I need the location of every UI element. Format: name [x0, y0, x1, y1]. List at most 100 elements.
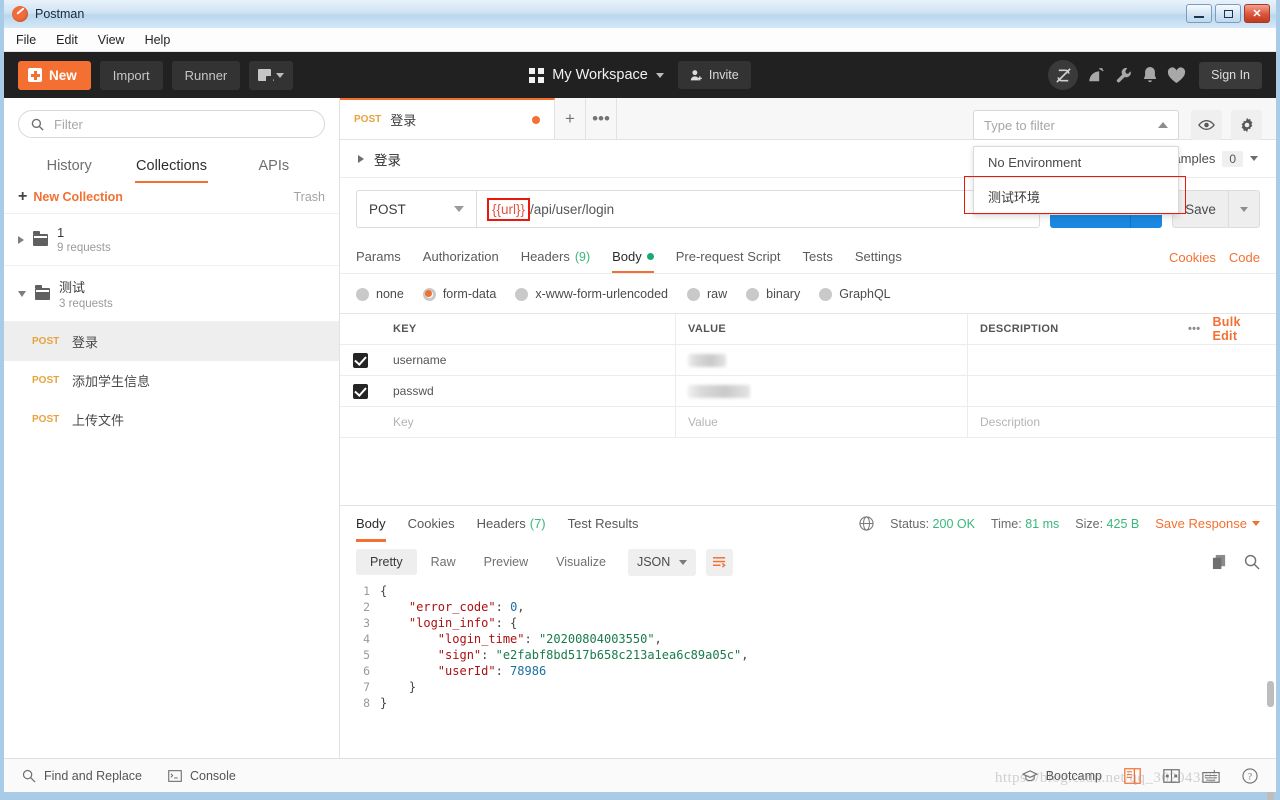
trash-link[interactable]: Trash — [294, 190, 326, 204]
wrap-lines-button[interactable] — [706, 548, 734, 576]
new-tab-button[interactable]: + — [555, 98, 586, 139]
table-options-button[interactable]: ••• — [1188, 323, 1200, 335]
collection-item[interactable]: 1 9 requests — [4, 214, 339, 266]
sidebar-tab-history[interactable]: History — [18, 150, 120, 183]
scrollbar-thumb[interactable] — [1267, 681, 1274, 707]
environment-quick-look-button[interactable] — [1191, 110, 1222, 140]
menu-item-edit[interactable]: Edit — [56, 33, 78, 47]
body-type-raw[interactable]: raw — [687, 287, 727, 301]
find-and-replace-button[interactable]: Find and Replace — [22, 769, 142, 783]
environment-option-no-environment[interactable]: No Environment — [974, 147, 1178, 178]
table-row[interactable]: username — [340, 344, 1276, 376]
layout-icon[interactable] — [1163, 768, 1180, 783]
tab-options-button[interactable]: ••• — [586, 98, 617, 139]
row-description-placeholder[interactable]: Description — [968, 407, 1176, 438]
save-options-button[interactable] — [1228, 190, 1260, 228]
body-type-binary[interactable]: binary — [746, 287, 800, 301]
request-item-login[interactable]: POST 登录 — [4, 322, 339, 361]
sidebar-tab-collections[interactable]: Collections — [120, 150, 222, 183]
chevron-right-icon[interactable] — [358, 154, 364, 163]
request-item-add-student[interactable]: POST 添加学生信息 — [4, 361, 339, 400]
checkbox-checked-icon — [353, 383, 368, 399]
chevron-right-icon[interactable] — [18, 235, 24, 244]
help-icon[interactable]: ? — [1242, 767, 1258, 784]
body-type-none[interactable]: none — [356, 287, 404, 301]
bell-icon[interactable] — [1142, 66, 1158, 84]
invite-button[interactable]: Invite — [677, 61, 751, 89]
environment-settings-button[interactable] — [1231, 110, 1262, 140]
cookies-link[interactable]: Cookies — [1169, 250, 1216, 265]
search-icon[interactable] — [1244, 554, 1260, 570]
view-mode-preview[interactable]: Preview — [470, 549, 542, 575]
save-response-button[interactable]: Save Response — [1155, 516, 1260, 531]
response-tab-headers[interactable]: Headers (7) — [477, 506, 546, 542]
tab-params[interactable]: Params — [356, 242, 401, 273]
menu-item-view[interactable]: View — [98, 33, 125, 47]
bulk-edit-link[interactable]: Bulk Edit — [1212, 315, 1262, 343]
import-button[interactable]: Import — [99, 60, 163, 90]
workspace-selector[interactable]: My Workspace — [529, 67, 664, 83]
chevron-down-icon[interactable] — [18, 290, 26, 297]
console-button[interactable]: Console — [168, 769, 236, 783]
wrench-icon[interactable] — [1115, 66, 1133, 84]
minimize-button[interactable] — [1186, 4, 1212, 23]
open-request-tab[interactable]: POST 登录 — [340, 98, 555, 139]
radio-selected-icon — [422, 287, 436, 301]
keyboard-icon[interactable] — [1202, 769, 1220, 783]
heart-icon[interactable] — [1167, 66, 1186, 84]
filter-input[interactable]: Filter — [18, 110, 325, 138]
row-value[interactable] — [676, 344, 968, 376]
response-tab-test-results[interactable]: Test Results — [568, 506, 639, 542]
row-checkbox[interactable] — [340, 376, 381, 407]
menu-item-help[interactable]: Help — [145, 33, 171, 47]
new-window-button[interactable] — [249, 60, 294, 90]
code-link[interactable]: Code — [1229, 250, 1260, 265]
http-method-select[interactable]: POST — [356, 190, 476, 228]
two-pane-icon[interactable] — [1124, 767, 1141, 784]
tab-headers[interactable]: Headers (9) — [521, 242, 590, 273]
view-mode-pretty[interactable]: Pretty — [356, 549, 417, 575]
new-button[interactable]: New — [18, 60, 91, 90]
new-collection-button[interactable]: + New Collection — [18, 189, 123, 205]
tab-authorization[interactable]: Authorization — [423, 242, 499, 273]
row-value-placeholder[interactable]: Value — [676, 406, 968, 438]
tab-tests[interactable]: Tests — [803, 242, 833, 273]
sign-in-button[interactable]: Sign In — [1199, 61, 1262, 89]
table-row-empty[interactable]: Key Value Description — [340, 406, 1276, 438]
tab-pre-request-script[interactable]: Pre-request Script — [676, 242, 781, 273]
close-button[interactable]: ✕ — [1244, 4, 1270, 23]
row-checkbox[interactable] — [340, 407, 381, 438]
body-type-urlencoded[interactable]: x-www-form-urlencoded — [515, 287, 668, 301]
collection-item[interactable]: 测试 3 requests — [4, 266, 339, 322]
menu-item-file[interactable]: File — [16, 33, 36, 47]
copy-icon[interactable] — [1212, 554, 1227, 570]
row-description[interactable] — [968, 345, 1176, 376]
request-item-upload-file[interactable]: POST 上传文件 — [4, 400, 339, 439]
view-mode-visualize[interactable]: Visualize — [542, 549, 620, 575]
row-value[interactable] — [676, 375, 968, 407]
body-type-form-data[interactable]: form-data — [422, 287, 496, 301]
row-key[interactable]: passwd — [381, 375, 676, 407]
response-body-code[interactable]: 1{2 "error_code": 0, 3 "login_info": {4 "… — [340, 583, 1276, 758]
sidebar-tab-apis[interactable]: APIs — [223, 150, 325, 183]
tab-body[interactable]: Body — [612, 242, 654, 273]
row-checkbox[interactable] — [340, 345, 381, 376]
tab-settings[interactable]: Settings — [855, 242, 902, 273]
response-tab-body[interactable]: Body — [356, 506, 386, 542]
table-row[interactable]: passwd — [340, 375, 1276, 407]
environment-filter-input[interactable]: Type to filter — [973, 110, 1179, 140]
sync-off-icon[interactable] — [1048, 60, 1079, 90]
view-mode-raw[interactable]: Raw — [417, 549, 470, 575]
url-input[interactable]: {{url}}/api/user/login — [476, 190, 1040, 228]
broadcast-icon[interactable] — [1087, 66, 1106, 84]
row-description[interactable] — [968, 376, 1176, 407]
response-format-select[interactable]: JSON — [627, 548, 697, 576]
row-key[interactable]: username — [381, 344, 676, 376]
runner-button[interactable]: Runner — [171, 60, 241, 90]
bootcamp-button[interactable]: Bootcamp — [1021, 769, 1102, 783]
maximize-button[interactable] — [1215, 4, 1241, 23]
tab-label: Headers — [520, 249, 570, 264]
response-tab-cookies[interactable]: Cookies — [408, 506, 455, 542]
row-key-placeholder[interactable]: Key — [381, 406, 676, 438]
body-type-graphql[interactable]: GraphQL — [819, 287, 891, 301]
